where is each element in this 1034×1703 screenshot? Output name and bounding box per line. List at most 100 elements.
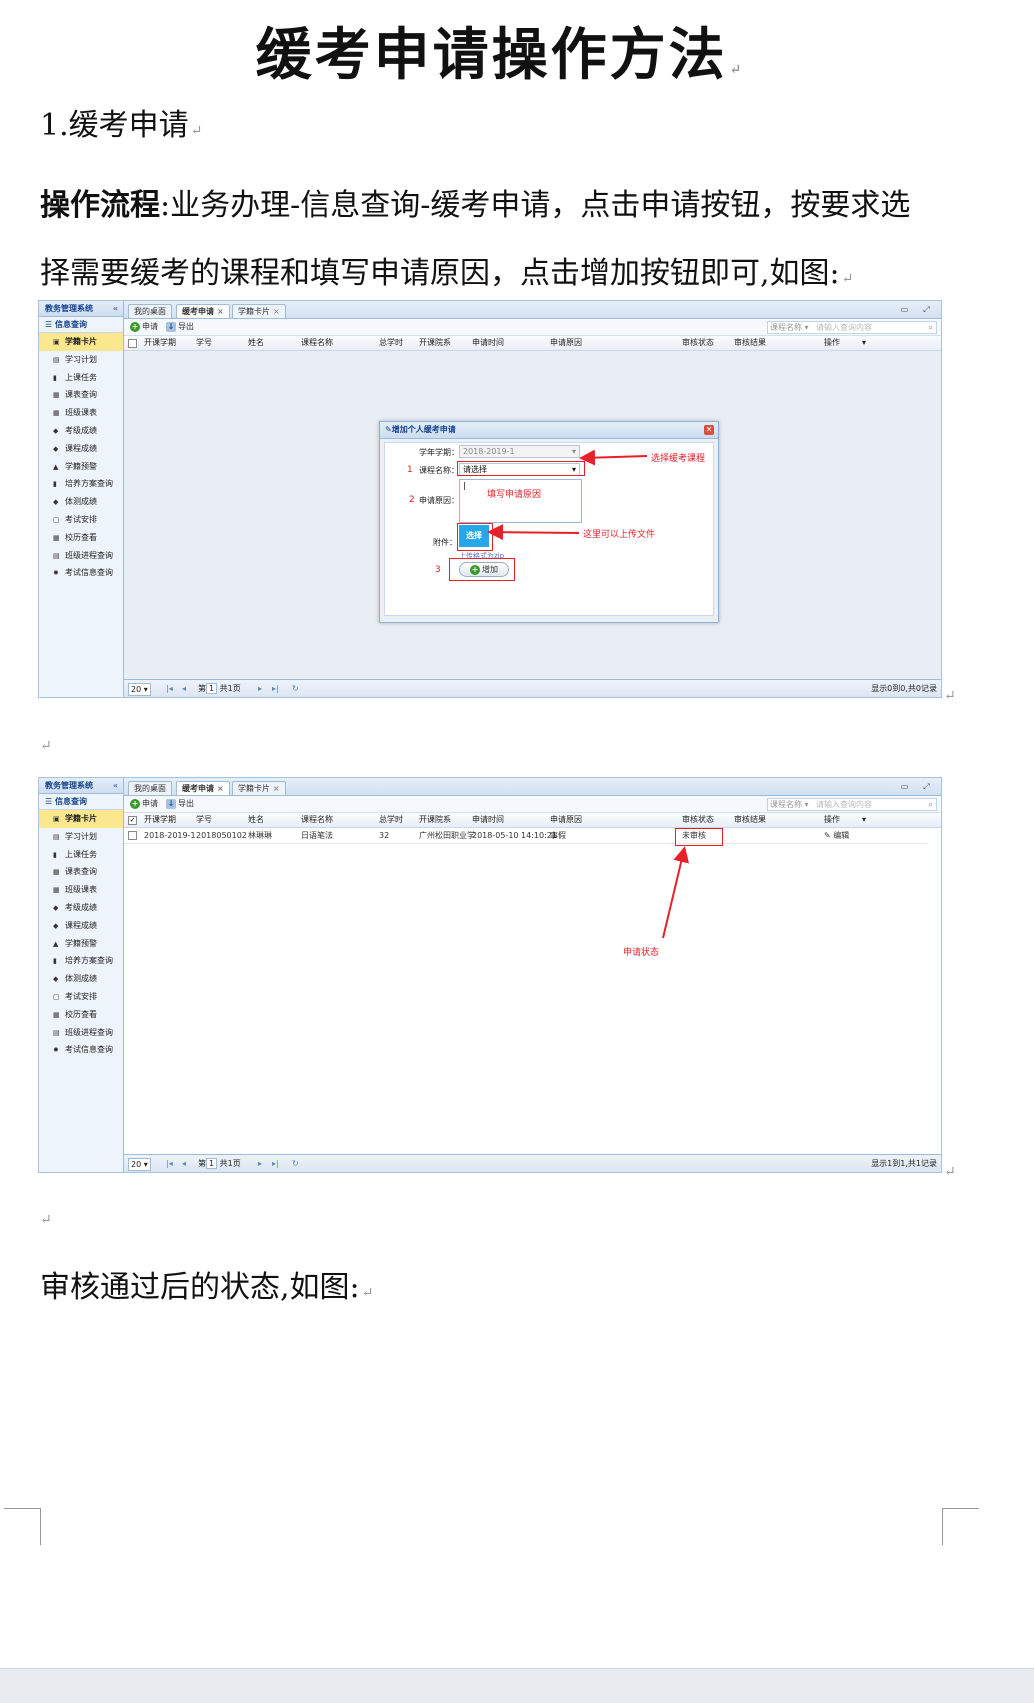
prev-page-icon[interactable]: ◂ (182, 1158, 186, 1169)
sidebar-item-3[interactable]: ▦ 课表查询 (39, 386, 123, 404)
search-input[interactable]: 请输入查询内容 (816, 322, 872, 333)
sidebar-item-12[interactable]: ▤ 班级进程查询 (39, 547, 123, 565)
column-header-8[interactable]: 审核状态 (682, 336, 714, 350)
column-header-0[interactable]: 开课学期 (144, 813, 176, 827)
sidebar-section[interactable]: ☰ 信息查询 (39, 794, 123, 810)
search-field-select[interactable]: 课程名称 ▾ (770, 322, 809, 333)
term-select[interactable]: 2018-2019-1 ▾ (459, 445, 580, 458)
sidebar-item-8[interactable]: ▮ 培养方案查询 (39, 952, 123, 970)
search-icon[interactable]: ⌕ (929, 322, 933, 333)
table-row[interactable]: 2018-2019-1 2018050102 林琳琳 日语笔法 32 广州松田职… (124, 828, 927, 844)
column-header-2[interactable]: 姓名 (248, 336, 264, 350)
sidebar-item-7[interactable]: ▲ 学籍预警 (39, 458, 123, 476)
column-header-3[interactable]: 课程名称 (301, 813, 333, 827)
column-header-3[interactable]: 课程名称 (301, 336, 333, 350)
first-page-icon[interactable]: |◂ (166, 1158, 173, 1169)
column-header-4[interactable]: 总学时 (379, 813, 403, 827)
refresh-icon[interactable]: ↻ (292, 683, 299, 694)
restore-icon[interactable]: ▭ (898, 781, 911, 792)
column-header-9[interactable]: 审核结果 (734, 813, 766, 827)
column-header-9[interactable]: 审核结果 (734, 336, 766, 350)
sidebar-item-10[interactable]: ▢ 考试安排 (39, 511, 123, 529)
sidebar-item-3[interactable]: ▦ 课表查询 (39, 863, 123, 881)
sidebar-item-0[interactable]: ▣ 学籍卡片 (39, 333, 123, 351)
sidebar-item-2[interactable]: ▮ 上课任务 (39, 369, 123, 387)
last-page-icon[interactable]: ▸| (272, 1158, 279, 1169)
close-icon[interactable]: × (217, 307, 224, 316)
search-input[interactable]: 请输入查询内容 (816, 799, 872, 810)
sidebar-item-4[interactable]: ▦ 班级课表 (39, 404, 123, 422)
page-number-input[interactable]: 1 (206, 1158, 218, 1169)
tab-deferral[interactable]: 缓考申请 × (176, 781, 230, 795)
close-icon[interactable]: × (273, 784, 280, 793)
page-size-select[interactable]: 20 ▾ (128, 1158, 151, 1171)
close-icon[interactable]: ✕ (704, 425, 714, 435)
sidebar-item-11[interactable]: ▦ 校历查看 (39, 529, 123, 547)
fullscreen-icon[interactable]: ⤢ (920, 781, 933, 792)
sidebar-item-10[interactable]: ▢ 考试安排 (39, 988, 123, 1006)
column-header-1[interactable]: 学号 (196, 813, 212, 827)
column-header-7[interactable]: 申请原因 (550, 336, 582, 350)
column-header-5[interactable]: 开课院系 (419, 336, 451, 350)
last-page-icon[interactable]: ▸| (272, 683, 279, 694)
first-page-icon[interactable]: |◂ (166, 683, 173, 694)
sidebar-item-9[interactable]: ◆ 体测成绩 (39, 493, 123, 511)
column-header-10[interactable]: 操作 (824, 336, 840, 350)
refresh-icon[interactable]: ↻ (292, 1158, 299, 1169)
sidebar-item-6[interactable]: ◆ 课程成绩 (39, 917, 123, 935)
column-header-5[interactable]: 开课院系 (419, 813, 451, 827)
column-header-4[interactable]: 总学时 (379, 336, 403, 350)
sidebar-item-11[interactable]: ▦ 校历查看 (39, 1006, 123, 1024)
sidebar-section[interactable]: ☰ 信息查询 (39, 317, 123, 333)
search-icon[interactable]: ⌕ (929, 799, 933, 810)
next-page-icon[interactable]: ▸ (258, 1158, 262, 1169)
reason-textarea[interactable]: | (459, 479, 582, 523)
row-checkbox[interactable] (128, 831, 137, 840)
sidebar-item-12[interactable]: ▤ 班级进程查询 (39, 1024, 123, 1042)
sidebar-item-4[interactable]: ▦ 班级课表 (39, 881, 123, 899)
select-all-checkbox[interactable]: ✓ (128, 816, 137, 825)
column-header-10[interactable]: 操作 (824, 813, 840, 827)
column-menu-icon[interactable]: ▾ (862, 336, 866, 350)
fullscreen-icon[interactable]: ⤢ (920, 304, 933, 315)
column-header-7[interactable]: 申请原因 (550, 813, 582, 827)
sidebar-item-2[interactable]: ▮ 上课任务 (39, 846, 123, 864)
column-header-8[interactable]: 审核状态 (682, 813, 714, 827)
sidebar-item-6[interactable]: ◆ 课程成绩 (39, 440, 123, 458)
sidebar-item-5[interactable]: ◆ 考级成绩 (39, 422, 123, 440)
sidebar-item-8[interactable]: ▮ 培养方案查询 (39, 475, 123, 493)
next-page-icon[interactable]: ▸ (258, 683, 262, 694)
close-icon[interactable]: × (217, 784, 224, 793)
sidebar-item-5[interactable]: ◆ 考级成绩 (39, 899, 123, 917)
tab-desktop[interactable]: 我的桌面 (128, 781, 172, 795)
select-all-checkbox[interactable] (128, 339, 137, 348)
column-header-0[interactable]: 开课学期 (144, 336, 176, 350)
sidebar-item-0[interactable]: ▣ 学籍卡片 (39, 810, 123, 828)
sidebar-item-13[interactable]: ✹ 考试信息查询 (39, 1041, 123, 1059)
tab-deferral[interactable]: 缓考申请 × (176, 304, 230, 318)
collapse-icon[interactable]: « (113, 778, 118, 793)
close-icon[interactable]: × (273, 307, 280, 316)
apply-button[interactable]: + 申请 (130, 321, 158, 333)
tab-student-card[interactable]: 学籍卡片 × (232, 304, 286, 318)
search-field-select[interactable]: 课程名称 ▾ (770, 799, 809, 810)
sidebar-item-7[interactable]: ▲ 学籍预警 (39, 935, 123, 953)
export-button[interactable]: ↓ 导出 (166, 798, 194, 810)
column-header-1[interactable]: 学号 (196, 336, 212, 350)
export-button[interactable]: ↓ 导出 (166, 321, 194, 333)
apply-button[interactable]: + 申请 (130, 798, 158, 810)
edit-action[interactable]: ✎ 编辑 (824, 828, 849, 843)
column-menu-icon[interactable]: ▾ (862, 813, 866, 827)
search-box[interactable]: 课程名称 ▾ 请输入查询内容 ⌕ (767, 321, 937, 334)
sidebar-item-9[interactable]: ◆ 体测成绩 (39, 970, 123, 988)
collapse-icon[interactable]: « (113, 301, 118, 316)
column-header-6[interactable]: 申请时间 (472, 336, 504, 350)
sidebar-item-13[interactable]: ✹ 考试信息查询 (39, 564, 123, 582)
restore-icon[interactable]: ▭ (898, 304, 911, 315)
tab-desktop[interactable]: 我的桌面 (128, 304, 172, 318)
prev-page-icon[interactable]: ◂ (182, 683, 186, 694)
search-box[interactable]: 课程名称 ▾ 请输入查询内容 ⌕ (767, 798, 937, 811)
column-header-6[interactable]: 申请时间 (472, 813, 504, 827)
page-number-input[interactable]: 1 (206, 683, 218, 694)
page-size-select[interactable]: 20 ▾ (128, 683, 151, 696)
